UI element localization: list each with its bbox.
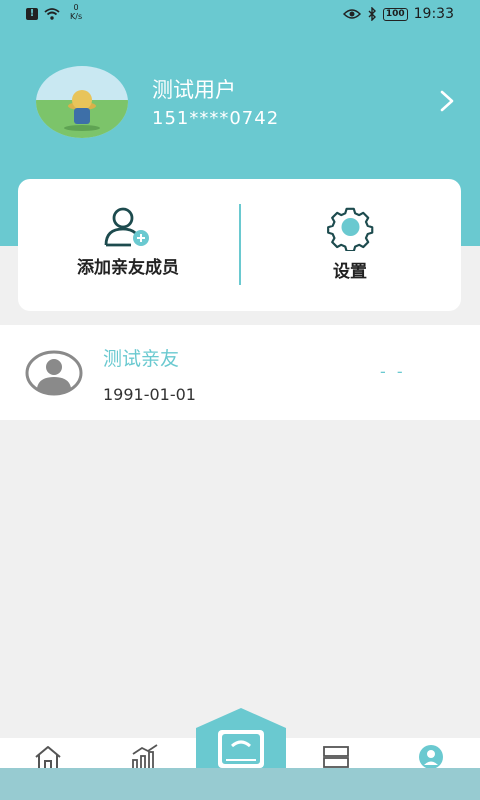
user-group-icon[interactable] (417, 744, 451, 770)
alert-icon: ! (26, 8, 38, 20)
settings-button[interactable]: 设置 (240, 179, 460, 311)
gear-icon (327, 207, 374, 251)
bluetooth-icon (368, 7, 376, 21)
user-phone: 151****0742 (152, 108, 280, 129)
add-member-button[interactable]: 添加亲友成员 (18, 179, 238, 311)
trend-chart-icon[interactable] (130, 744, 160, 770)
battery-indicator: 100 (382, 7, 408, 21)
friend-list-item[interactable]: 测试亲友 1991-01-01 - - (0, 325, 480, 420)
user-avatar[interactable] (36, 66, 128, 138)
speed-unit: K/s (70, 12, 83, 21)
add-user-icon (104, 207, 149, 247)
wifi-icon (44, 8, 60, 20)
friend-measurement-value: - - (380, 362, 406, 381)
records-icon[interactable] (321, 744, 351, 770)
friend-birthday: 1991-01-01 (103, 385, 196, 404)
clock: 19:33 (413, 6, 454, 22)
add-member-label: 添加亲友成员 (77, 258, 179, 278)
settings-label: 设置 (333, 262, 367, 282)
home-icon[interactable] (33, 744, 63, 770)
action-card: 添加亲友成员 设置 (18, 179, 461, 311)
default-avatar-icon (25, 350, 83, 396)
network-speed: 0 K/s (70, 3, 82, 21)
system-navigation-bar (0, 768, 480, 800)
status-bar: ! 0 K/s 100 19:33 (0, 0, 480, 30)
chevron-right-icon[interactable] (436, 90, 458, 112)
friend-name: 测试亲友 (103, 348, 180, 370)
eye-icon (342, 9, 361, 19)
user-name: 测试用户 (152, 78, 236, 102)
avatar-image (36, 66, 128, 138)
speed-value: 0 (73, 3, 79, 12)
